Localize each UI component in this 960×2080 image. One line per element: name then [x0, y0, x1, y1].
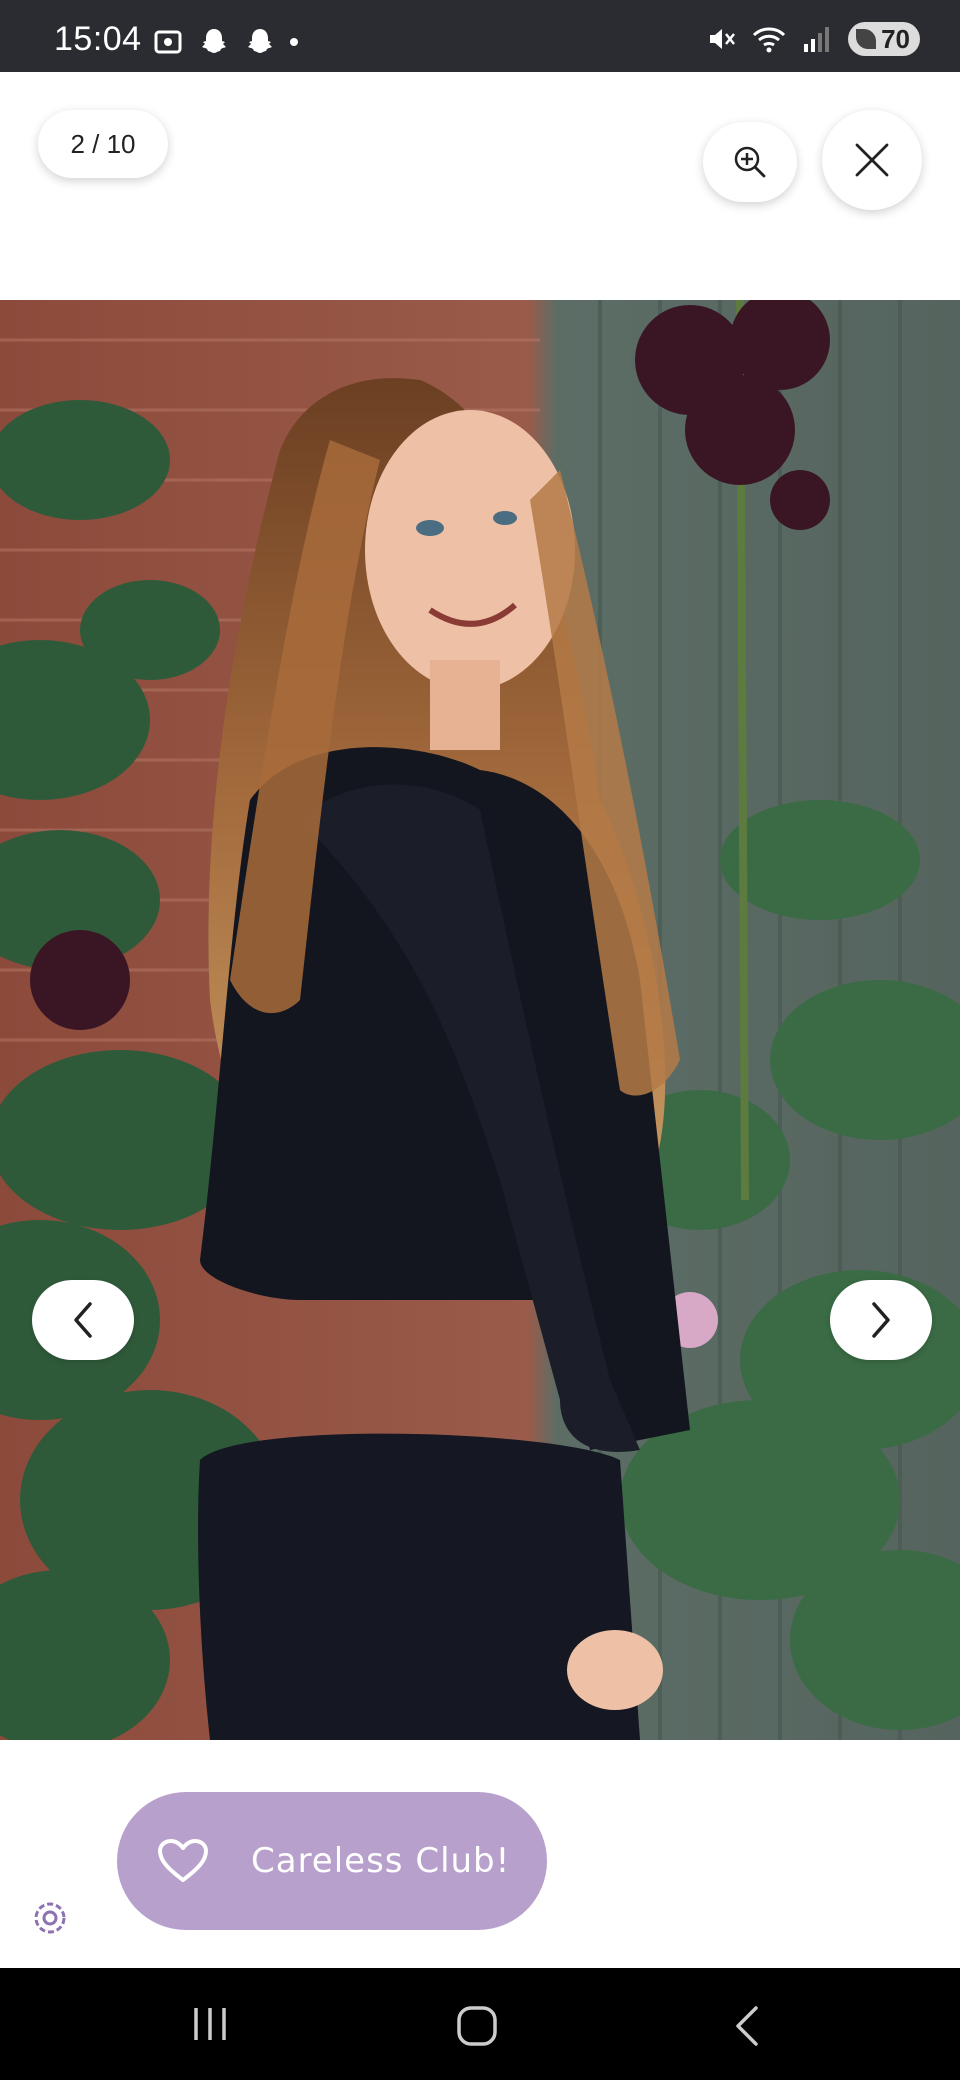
previous-image-button[interactable]: [32, 1280, 134, 1360]
status-system-icons: 70: [706, 22, 920, 56]
dot-icon: [290, 38, 298, 46]
battery-level: 70: [881, 23, 910, 54]
viewer-header: 2 / 10: [0, 72, 960, 300]
wifi-icon: [752, 27, 786, 53]
chat-widget-icon[interactable]: [32, 1900, 68, 1936]
recent-apps-icon[interactable]: [190, 2004, 230, 2044]
chevron-left-icon: [74, 1302, 92, 1338]
zoom-in-icon: [734, 146, 766, 178]
image-counter: 2 / 10: [38, 110, 168, 178]
snapchat-icon: [202, 29, 226, 53]
mute-icon: [710, 29, 735, 49]
home-icon[interactable]: [455, 2004, 499, 2048]
product-photo[interactable]: [0, 300, 960, 1740]
battery-saver-icon: [856, 29, 876, 49]
product-photo-illustration: [0, 300, 960, 1740]
close-icon: [855, 143, 889, 177]
next-image-button[interactable]: [830, 1280, 932, 1360]
snapchat-icon: [248, 29, 272, 53]
heart-icon: [157, 1838, 209, 1884]
system-nav-bar: [0, 1968, 960, 2080]
status-notification-icons: [152, 26, 298, 58]
careless-club-button[interactable]: Careless Club!: [117, 1792, 547, 1930]
screenshot-icon: [154, 30, 182, 54]
bottom-area: Careless Club!: [0, 1740, 960, 1968]
status-time: 15:04: [54, 20, 142, 58]
careless-club-label: Careless Club!: [251, 1841, 511, 1881]
zoom-button[interactable]: [703, 122, 797, 202]
signal-icon: [804, 27, 829, 52]
chevron-right-icon: [872, 1302, 890, 1338]
close-button[interactable]: [822, 110, 922, 210]
battery-icon: 70: [848, 22, 920, 56]
back-icon[interactable]: [730, 2004, 766, 2048]
status-bar: 15:04 70: [0, 0, 960, 72]
